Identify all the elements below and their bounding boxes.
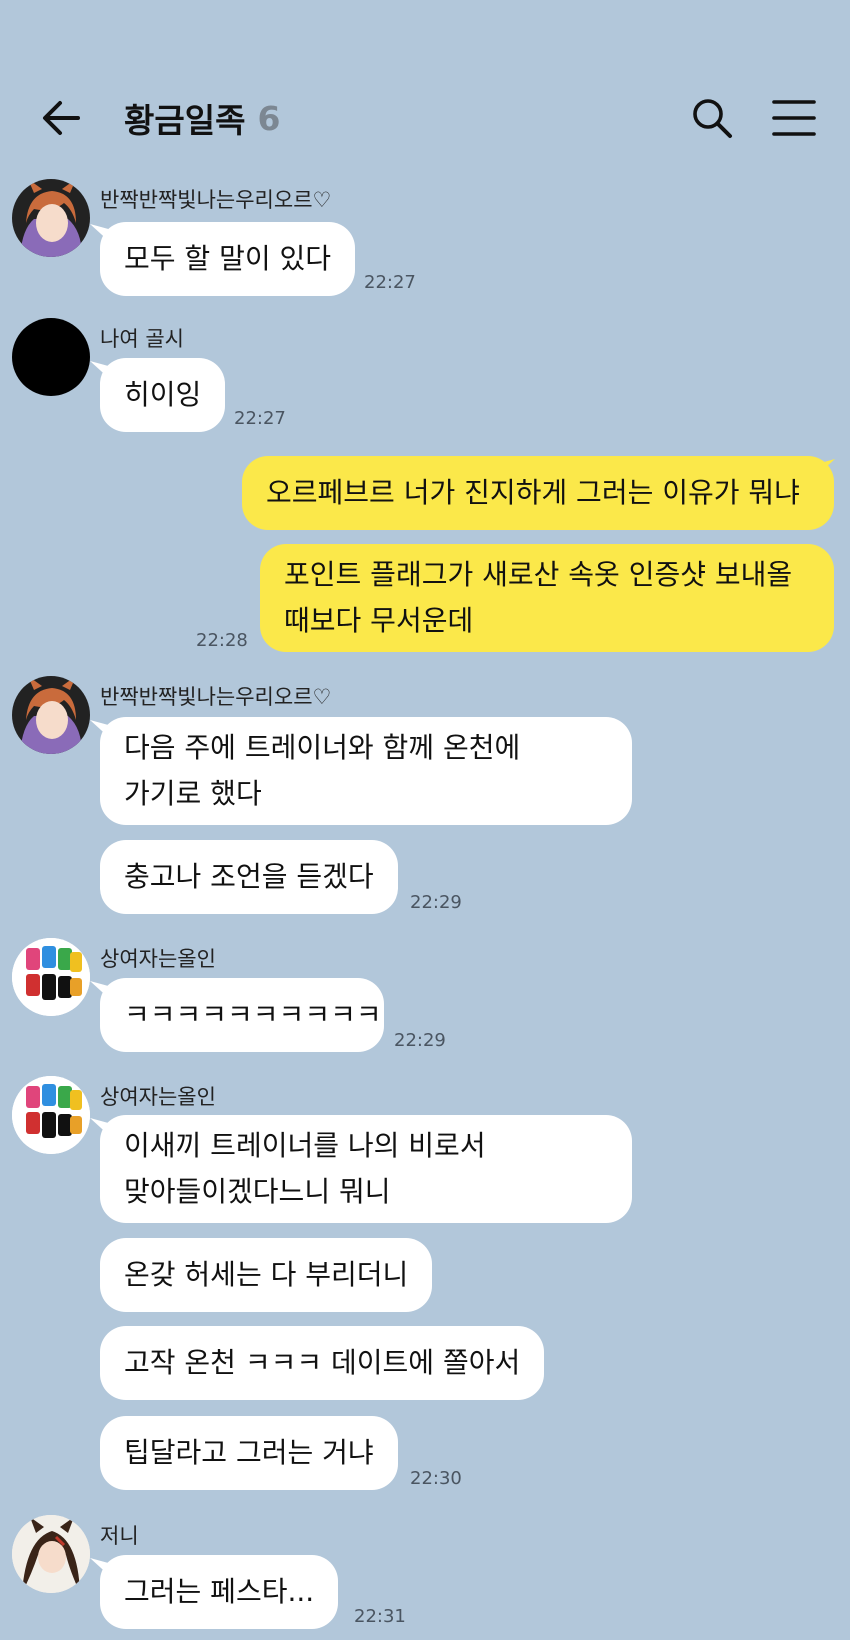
message-time: 22:30: [410, 1468, 462, 1489]
sender-name: 저니: [100, 1524, 139, 1548]
my-message-bubble[interactable]: 오르페브르 너가 진지하게 그러는 이유가 뭐냐: [242, 456, 834, 530]
sender-name: 반짝반짝빛나는우리오르♡: [100, 188, 332, 212]
search-icon[interactable]: [688, 94, 736, 142]
message-time: 22:31: [354, 1606, 406, 1627]
avatar-chips[interactable]: [12, 1076, 90, 1154]
message-text-line: 다음 주에 트레이너와 함께 온천에: [124, 731, 521, 764]
message-text: ㅋㅋㅋㅋㅋㅋㅋㅋㅋㅋ: [124, 998, 382, 1031]
message-text: 그러는 페스타...: [124, 1575, 315, 1608]
message-text-line: 이새끼 트레이너를 나의 비로서: [124, 1129, 486, 1162]
message-bubble[interactable]: ㅋㅋㅋㅋㅋㅋㅋㅋㅋㅋ: [100, 978, 384, 1052]
message-text: 오르페브르 너가 진지하게 그러는 이유가 뭐냐: [266, 476, 800, 509]
message-bubble[interactable]: 팁달라고 그러는 거냐: [100, 1416, 398, 1490]
message-time: 22:27: [364, 272, 416, 293]
message-text: 히이잉: [124, 378, 202, 411]
message-bubble[interactable]: 온갖 허세는 다 부리더니: [100, 1238, 433, 1312]
avatar-journey[interactable]: [12, 1515, 90, 1593]
chat-header: 황금일족 6: [0, 0, 850, 170]
avatar-gold-ship[interactable]: [12, 318, 90, 396]
message-bubble[interactable]: 충고나 조언을 듣겠다: [100, 840, 398, 914]
chat-room-title: 황금일족: [124, 101, 246, 140]
message-text-line: 때보다 무서운데: [284, 604, 474, 637]
hamburger-menu-icon[interactable]: [770, 94, 818, 142]
sender-name: 나여 골시: [100, 327, 184, 351]
avatar-orfevre[interactable]: [12, 676, 90, 754]
message-bubble[interactable]: 모두 할 말이 있다: [100, 222, 356, 296]
message-text-line: 포인트 플래그가 새로산 속옷 인증샷 보내올: [284, 558, 793, 591]
message-bubble[interactable]: 히이잉: [100, 358, 226, 432]
avatar-orfevre[interactable]: [12, 179, 90, 257]
message-text: 팁달라고 그러는 거냐: [124, 1436, 374, 1469]
sender-name: 상여자는올인: [100, 1085, 216, 1109]
member-count: 6: [257, 98, 281, 138]
message-bubble[interactable]: 다음 주에 트레이너와 함께 온천에 가기로 했다: [100, 717, 632, 825]
message-time: 22:27: [234, 408, 286, 429]
sender-name: 상여자는올인: [100, 947, 216, 971]
message-time: 22:28: [196, 630, 248, 651]
message-time: 22:29: [410, 892, 462, 913]
message-bubble[interactable]: 고작 온천 ㅋㅋㅋ 데이트에 쫄아서: [100, 1326, 545, 1400]
message-text-line: 맞아들이겠다느니 뭐니: [124, 1175, 391, 1208]
message-text-line: 가기로 했다: [124, 777, 262, 810]
chat-title-group: 황금일족 6: [124, 94, 280, 142]
message-bubble[interactable]: 그러는 페스타...: [100, 1555, 339, 1629]
message-bubble[interactable]: 이새끼 트레이너를 나의 비로서 맞아들이겠다느니 뭐니: [100, 1115, 632, 1223]
avatar-chips[interactable]: [12, 938, 90, 1016]
back-arrow-icon[interactable]: [36, 92, 88, 144]
message-time: 22:29: [394, 1030, 446, 1051]
my-message-bubble[interactable]: 포인트 플래그가 새로산 속옷 인증샷 보내올 때보다 무서운데: [260, 544, 834, 652]
message-text: 고작 온천 ㅋㅋㅋ 데이트에 쫄아서: [124, 1346, 521, 1379]
message-text: 모두 할 말이 있다: [124, 242, 332, 275]
message-text: 충고나 조언을 듣겠다: [124, 860, 374, 893]
sender-name: 반짝반짝빛나는우리오르♡: [100, 685, 332, 709]
message-text: 온갖 허세는 다 부리더니: [124, 1258, 409, 1291]
